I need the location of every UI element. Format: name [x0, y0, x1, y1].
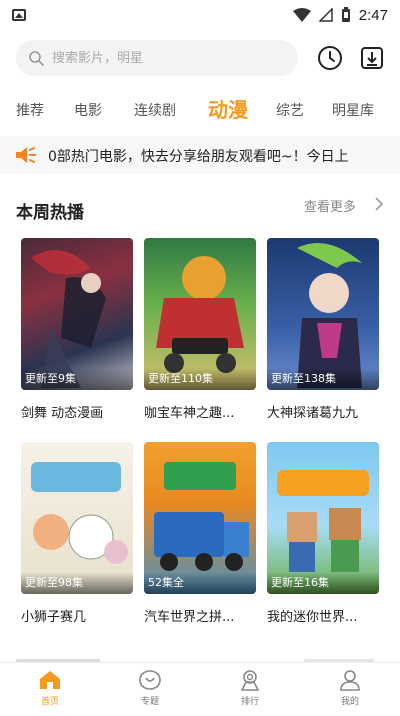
nav-ranking[interactable]: 排行: [220, 669, 280, 707]
tab-stars[interactable]: 明星库: [332, 100, 374, 120]
episode-badge: 更新至9集: [21, 368, 133, 390]
ranking-icon: [240, 670, 260, 691]
search-input[interactable]: [52, 50, 272, 66]
chevron-right-icon[interactable]: [374, 196, 384, 212]
more-link[interactable]: 查看更多: [304, 196, 356, 215]
card-title: 大神探诸葛九九: [267, 406, 359, 421]
download-icon[interactable]: [358, 44, 386, 72]
tab-variety[interactable]: 综艺: [276, 100, 304, 120]
tab-series[interactable]: 连续剧: [134, 100, 176, 120]
status-time: 2:47: [358, 6, 388, 24]
nav-label: 我的: [340, 697, 359, 707]
tab-recommend[interactable]: 推荐: [16, 100, 44, 120]
speaker-icon: [16, 147, 36, 163]
signal-icon: [318, 8, 333, 22]
episode-badge: 更新至16集: [267, 572, 379, 594]
search-row: [0, 40, 400, 78]
profile-icon: [340, 670, 360, 691]
notice-text: 0部热门电影，快去分享给朋友观看吧~！今日上: [48, 149, 349, 165]
search-box[interactable]: [16, 40, 298, 76]
search-icon: [29, 51, 44, 66]
gallery-icon: [12, 9, 26, 21]
nav-label: 专题: [140, 697, 159, 707]
notice-bar[interactable]: 0部热门电影，快去分享给朋友观看吧~！今日上: [0, 136, 400, 174]
nav-home[interactable]: 首页: [20, 669, 80, 707]
category-tabs: 推荐 电影 连续剧 动漫 综艺 明星库: [0, 90, 400, 128]
card-title: 剑舞 动态漫画: [21, 406, 104, 421]
card-title: 小狮子赛几: [21, 610, 87, 625]
battery-icon: [341, 7, 350, 22]
poster-image: 更新至9集: [21, 238, 133, 390]
wifi-icon: [292, 8, 311, 22]
anime-card[interactable]: 更新至98集 小狮子赛几: [21, 442, 133, 625]
poster-image: 更新至110集: [144, 238, 256, 390]
card-title: 咖宝车神之趣...: [144, 406, 235, 421]
topic-icon: [139, 670, 161, 690]
nav-profile[interactable]: 我的: [320, 669, 380, 707]
nav-label: 首页: [40, 697, 59, 707]
poster-image: 更新至16集: [267, 442, 379, 594]
anime-card[interactable]: 更新至138集 大神探诸葛九九: [267, 238, 379, 421]
card-title: 汽车世界之拼...: [144, 610, 235, 625]
tab-movies[interactable]: 电影: [74, 100, 102, 120]
poster-image: 52集全: [144, 442, 256, 594]
nav-topics[interactable]: 专题: [120, 669, 180, 707]
episode-badge: 更新至138集: [267, 368, 379, 390]
poster-image: 更新至138集: [267, 238, 379, 390]
status-bar: 2:47: [0, 0, 400, 30]
anime-card[interactable]: 更新至9集 剑舞 动态漫画: [21, 238, 133, 421]
poster-image: 更新至98集: [21, 442, 133, 594]
tab-anime[interactable]: 动漫: [208, 94, 248, 123]
card-title: 我的迷你世界...: [267, 610, 358, 625]
bottom-nav: 首页 专题 排行 我的: [0, 662, 400, 716]
episode-badge: 更新至110集: [144, 368, 256, 390]
episode-badge: 更新至98集: [21, 572, 133, 594]
history-icon[interactable]: [316, 44, 344, 72]
anime-card[interactable]: 52集全 汽车世界之拼...: [144, 442, 256, 625]
home-icon: [40, 671, 60, 689]
episode-badge: 52集全: [144, 572, 256, 594]
anime-card[interactable]: 更新至16集 我的迷你世界...: [267, 442, 379, 625]
anime-card[interactable]: 更新至110集 咖宝车神之趣...: [144, 238, 256, 421]
status-icons: 2:47: [292, 6, 388, 24]
section-title: 本周热播: [16, 203, 84, 223]
nav-label: 排行: [240, 697, 259, 707]
